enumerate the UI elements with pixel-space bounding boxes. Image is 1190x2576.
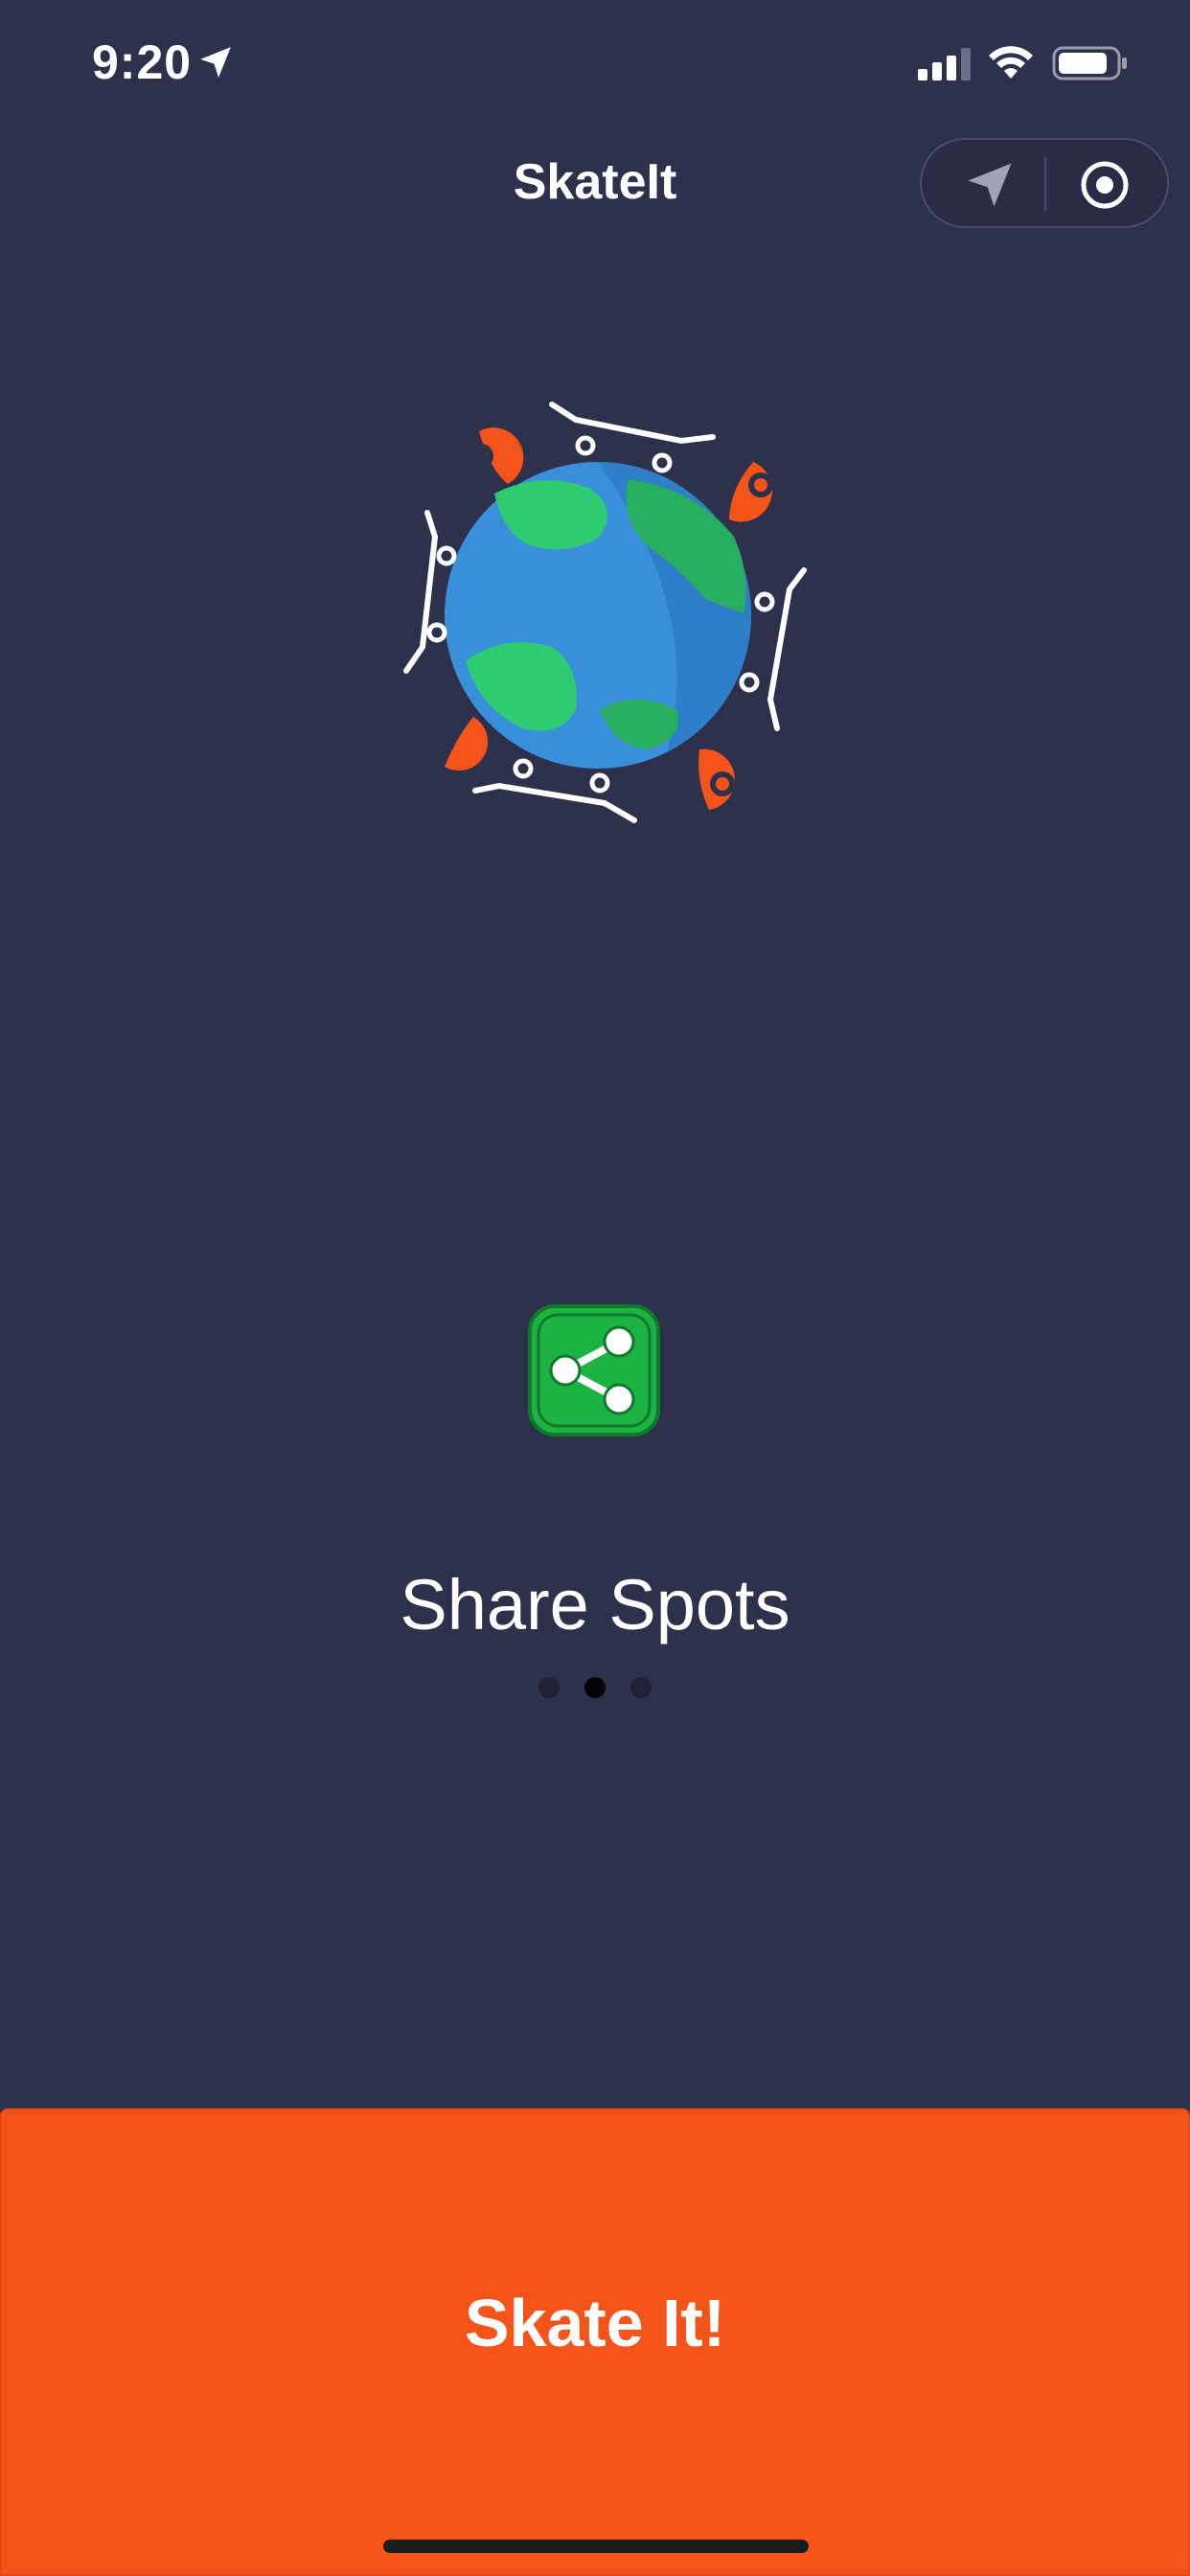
target-circle-icon[interactable]	[1079, 159, 1131, 211]
location-arrow-icon	[200, 47, 231, 78]
navigation-arrow-icon[interactable]	[964, 159, 1016, 211]
page-dot-1[interactable]	[538, 1677, 560, 1698]
globe-illustration	[403, 402, 807, 823]
wifi-icon	[989, 46, 1033, 79]
capsule-divider	[1044, 157, 1046, 211]
page-indicator	[0, 1677, 1190, 1698]
cellular-signal-icon	[918, 48, 971, 80]
battery-icon	[1052, 46, 1127, 80]
skate-it-button-label: Skate It!	[464, 2286, 726, 2360]
home-indicator[interactable]	[383, 2540, 809, 2553]
page-dot-2-active[interactable]	[584, 1677, 606, 1698]
skate-it-button[interactable]: Skate It!	[0, 2108, 1190, 2576]
mini-program-capsule	[920, 138, 1169, 228]
status-time: 9:20	[92, 35, 193, 89]
page-dot-3[interactable]	[630, 1677, 652, 1698]
share-icon	[528, 1304, 660, 1437]
feature-title: Share Spots	[400, 1565, 790, 1644]
status-bar: 9:20	[0, 0, 1190, 134]
